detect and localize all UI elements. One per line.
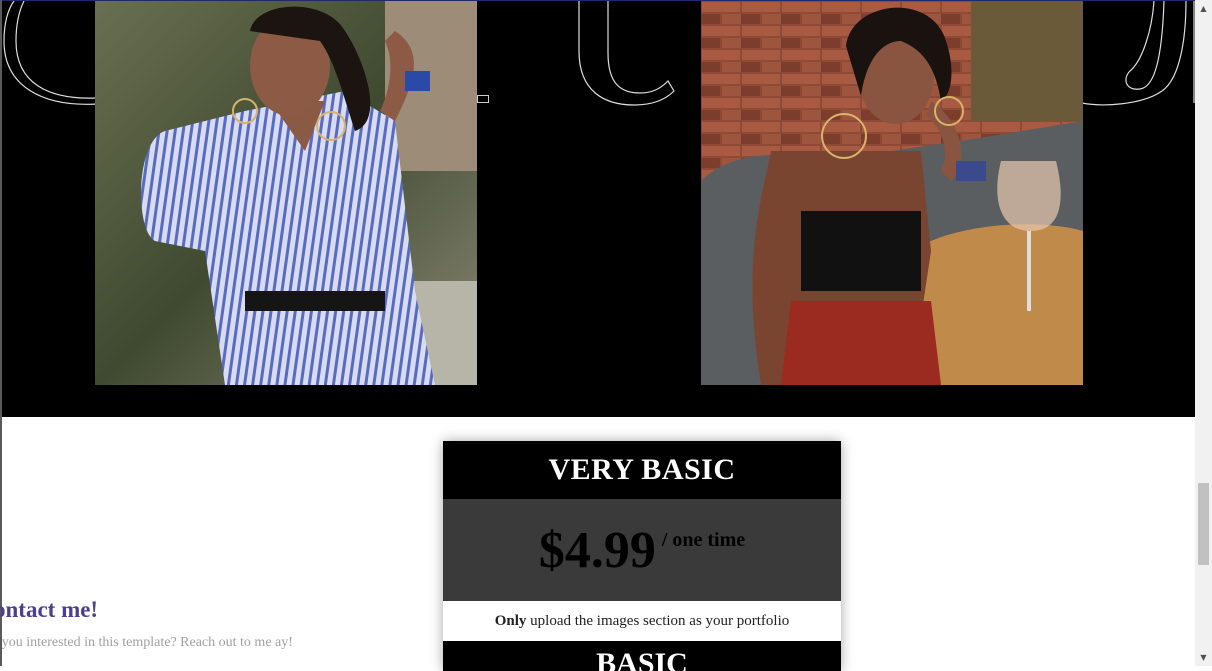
vertical-scrollbar[interactable]: ▲ ▼ — [1195, 0, 1212, 666]
plan-description: Only upload the images section as your p… — [443, 601, 841, 641]
arrow-up-icon[interactable]: ▲ — [1195, 0, 1212, 17]
pricing-card: VERY BASIC $4.99 / one time Only upload … — [443, 441, 841, 671]
plan-description-bold: Only — [494, 612, 527, 629]
small-outline-rect — [477, 95, 489, 103]
contact-text: e you interested in this template? Reach… — [0, 635, 293, 650]
hero-section — [2, 1, 1195, 417]
contact-heading: ontact me! — [0, 597, 99, 622]
price-amount: $4.99 — [538, 521, 656, 579]
plan-price-block: $4.99 / one time — [443, 499, 841, 601]
portfolio-photo-1[interactable] — [95, 1, 477, 385]
background-letter-a — [1082, 1, 1195, 106]
plan-description-text: upload the images section as your portfo… — [526, 612, 790, 629]
price-period: / one time — [661, 529, 746, 551]
next-plan-title: BASIC — [443, 641, 841, 671]
scrollbar-thumb[interactable] — [1198, 483, 1209, 565]
background-letter-c — [3, 1, 98, 105]
plan-title: VERY BASIC — [443, 441, 841, 499]
top-border — [0, 0, 1195, 1]
left-border — [0, 0, 2, 666]
portfolio-photo-2[interactable] — [701, 1, 1083, 385]
arrow-down-icon[interactable]: ▼ — [1195, 649, 1212, 666]
background-letter-t — [578, 1, 675, 106]
